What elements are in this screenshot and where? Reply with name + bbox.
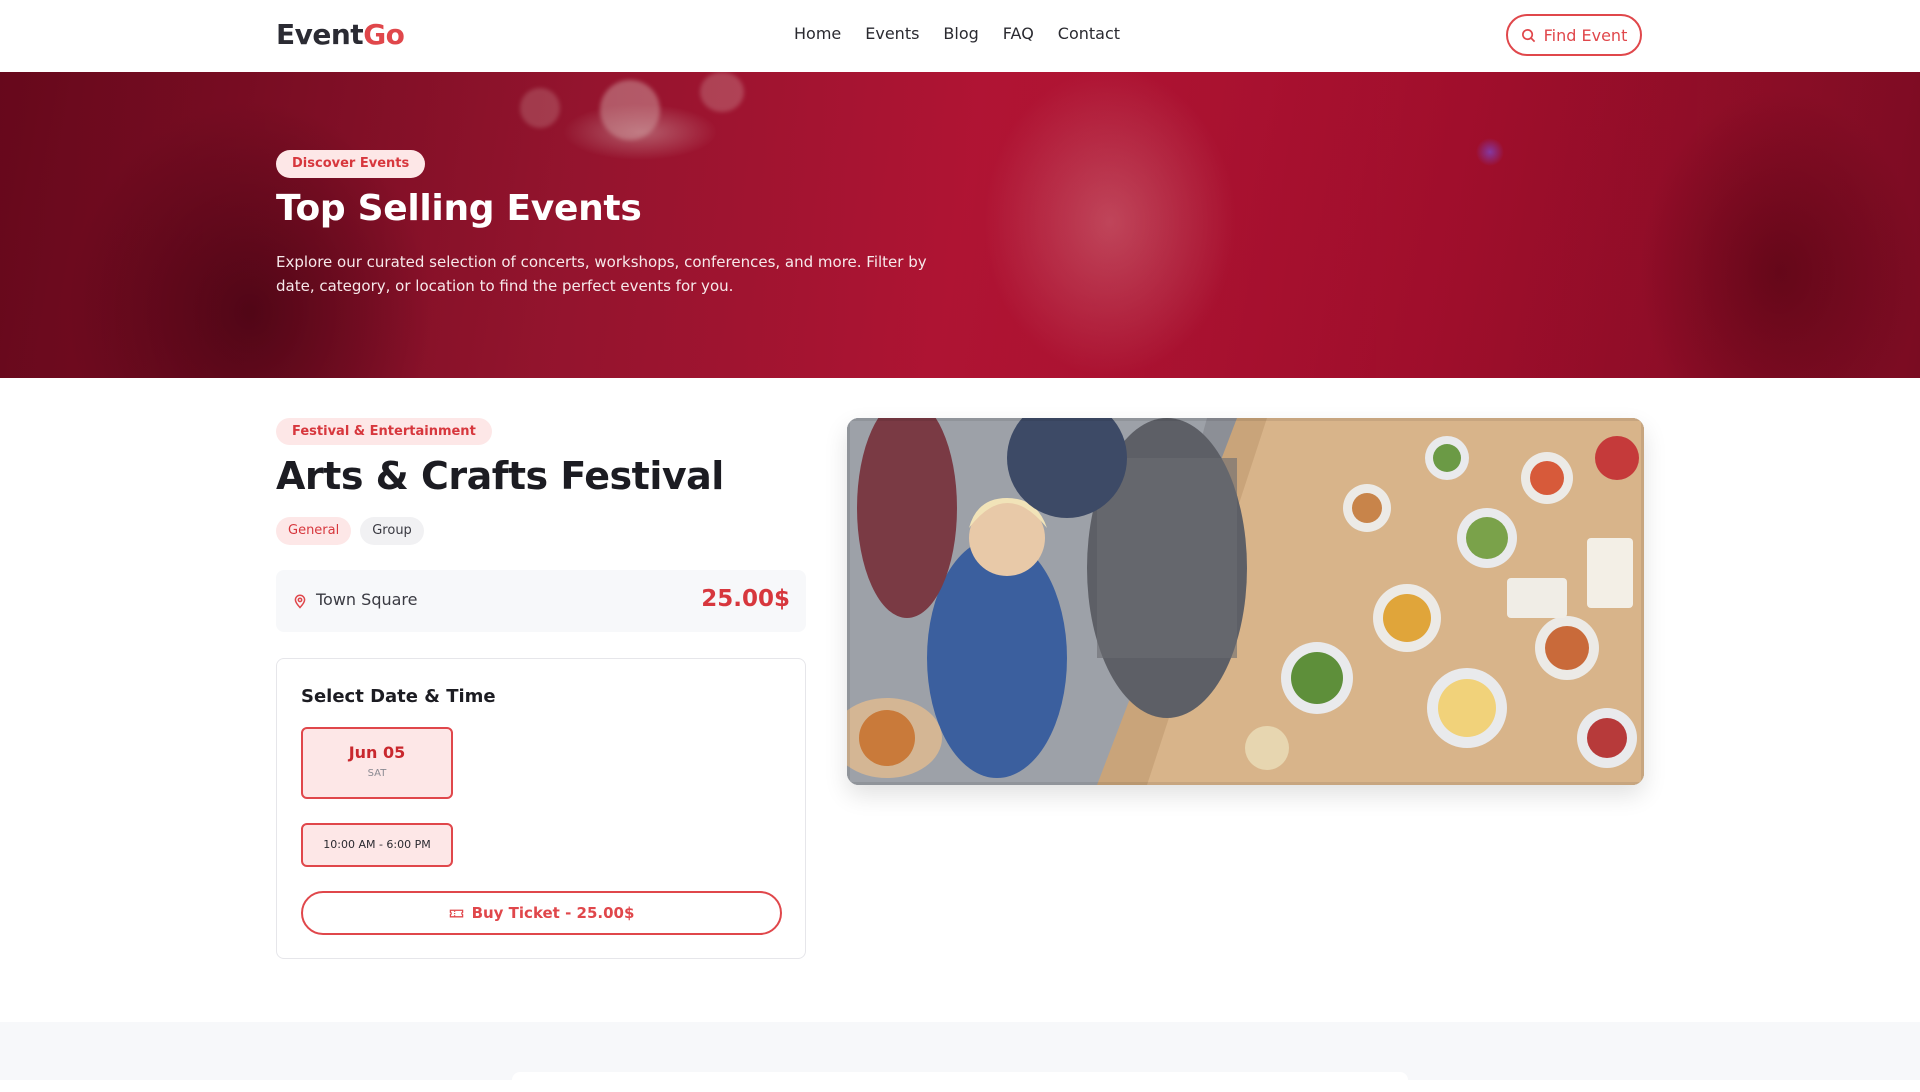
location-price-card: Town Square 25.00$ — [276, 570, 806, 632]
hero-description: Explore our curated selection of concert… — [276, 253, 927, 295]
hero-badge: Discover Events — [276, 150, 426, 178]
buy-ticket-button[interactable]: Buy Ticket - 25.00$ — [301, 891, 782, 935]
date-time-selector: Select Date & Time Jun 05 SAT 10:00 AM -… — [276, 658, 806, 959]
event-photo — [847, 418, 1644, 785]
event-location: Town Square — [316, 590, 418, 609]
hero-title: Top Selling Events — [276, 188, 642, 229]
event-photo-illustration — [847, 418, 1644, 785]
nav-faq[interactable]: FAQ — [1003, 24, 1034, 43]
buy-ticket-label: Buy Ticket - 25.00$ — [471, 904, 635, 922]
date-option-jun-05[interactable]: Jun 05 SAT — [301, 727, 453, 799]
event-tags: General Group — [276, 517, 424, 545]
tag-group: Group — [360, 517, 424, 545]
date-label: Jun 05 — [348, 743, 406, 762]
event-price: 25.00$ — [701, 586, 790, 612]
nav-home[interactable]: Home — [794, 24, 841, 43]
site-header: EventGo Home Events Blog FAQ Contact Fin… — [0, 0, 1920, 73]
find-event-button[interactable]: Find Event — [1506, 14, 1642, 56]
time-option[interactable]: 10:00 AM - 6:00 PM — [301, 823, 453, 867]
tag-general: General — [276, 517, 352, 545]
search-icon — [1521, 28, 1535, 42]
site-logo[interactable]: EventGo — [276, 18, 405, 51]
map-pin-icon — [294, 594, 306, 609]
find-event-label: Find Event — [1543, 25, 1628, 45]
next-section-card — [512, 1072, 1408, 1092]
nav-events[interactable]: Events — [865, 24, 919, 43]
select-date-heading: Select Date & Time — [301, 686, 496, 707]
main-nav: Home Events Blog FAQ Contact — [794, 24, 1120, 43]
event-title: Arts & Crafts Festival — [276, 454, 724, 498]
nav-blog[interactable]: Blog — [943, 24, 978, 43]
event-category-badge: Festival & Entertainment — [276, 418, 492, 445]
hero-banner: Discover Events Top Selling Events Explo… — [0, 72, 1920, 378]
next-section — [0, 1022, 1920, 1092]
weekday-label: SAT — [367, 768, 387, 779]
ticket-icon — [449, 909, 463, 917]
nav-contact[interactable]: Contact — [1058, 24, 1120, 43]
